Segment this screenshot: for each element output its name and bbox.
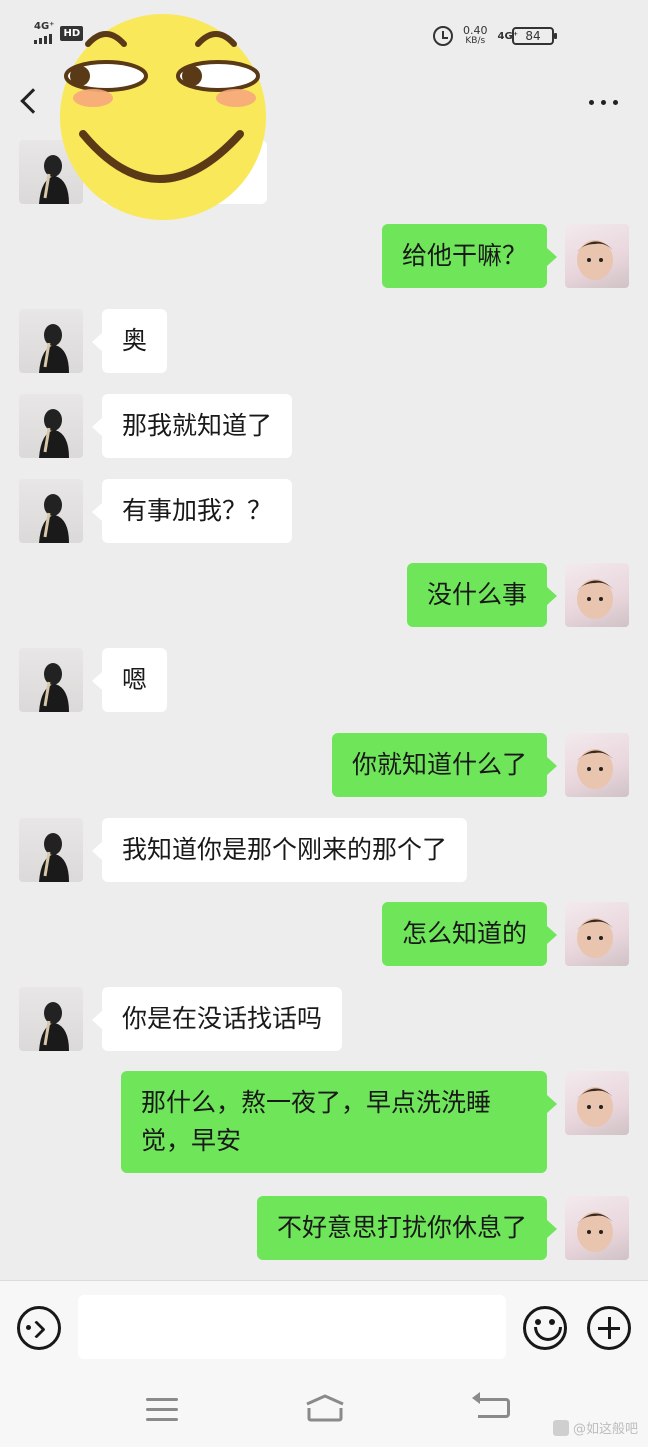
sent-message-bubble: 那什么，熬一夜了，早点洗洗睡觉，早安 bbox=[121, 1071, 557, 1173]
watermark-logo-icon bbox=[552, 1419, 569, 1436]
received-message-bubble: 有事加我？？ bbox=[91, 479, 293, 543]
home-icon[interactable] bbox=[304, 1394, 346, 1422]
emoji-icon[interactable] bbox=[523, 1306, 567, 1350]
contact-avatar[interactable] bbox=[19, 818, 83, 882]
user-avatar[interactable] bbox=[565, 1071, 629, 1135]
received-message-bubble: 你是在没话找话吗 bbox=[91, 987, 343, 1051]
received-message-bubble: 那我就知道了 bbox=[91, 394, 293, 458]
sent-message-bubble: 怎么知道的 bbox=[381, 902, 558, 966]
user-avatar[interactable] bbox=[565, 563, 629, 627]
user-avatar[interactable] bbox=[565, 733, 629, 797]
more-options-icon[interactable] bbox=[589, 100, 618, 105]
net-speed-unit: KB/s bbox=[465, 36, 486, 46]
received-message-bubble: 我知道你是那个刚来的那个了 bbox=[91, 818, 468, 882]
back-icon[interactable] bbox=[472, 1392, 510, 1418]
contact-avatar[interactable] bbox=[19, 479, 83, 543]
contact-avatar[interactable] bbox=[19, 394, 83, 458]
contact-avatar[interactable] bbox=[19, 987, 83, 1051]
sent-message-bubble: 给他干嘛？ bbox=[381, 224, 558, 288]
battery-indicator: 84 bbox=[512, 27, 557, 45]
smirk-emoji-sticker bbox=[60, 14, 266, 220]
received-message-bubble: 嗯 bbox=[91, 648, 168, 712]
system-nav-bar: @如这般吧 bbox=[0, 1372, 648, 1447]
user-avatar[interactable] bbox=[565, 902, 629, 966]
message-input[interactable] bbox=[78, 1295, 506, 1359]
sent-message-bubble: 没什么事 bbox=[406, 563, 558, 627]
plus-icon[interactable] bbox=[587, 1306, 631, 1350]
user-avatar[interactable] bbox=[565, 1196, 629, 1260]
signal-type-label: 4G⁺ bbox=[34, 21, 55, 32]
watermark-text: @如这般吧 bbox=[572, 1422, 638, 1437]
sent-message-bubble: 不好意思打扰你休息了 bbox=[256, 1196, 558, 1260]
back-arrow-icon[interactable] bbox=[20, 88, 46, 114]
net-speed: 0.40 KB/s bbox=[463, 25, 488, 47]
contact-avatar[interactable] bbox=[19, 648, 83, 712]
sent-message-bubble: 你就知道什么了 bbox=[331, 733, 558, 797]
watermark: @如这般吧 bbox=[552, 1418, 638, 1437]
user-avatar[interactable] bbox=[565, 224, 629, 288]
voice-input-icon[interactable] bbox=[17, 1306, 61, 1350]
menu-icon[interactable] bbox=[146, 1398, 178, 1428]
contact-avatar[interactable] bbox=[19, 309, 83, 373]
alarm-icon bbox=[433, 26, 454, 46]
signal-icon bbox=[34, 32, 52, 44]
message-input-bar bbox=[0, 1280, 648, 1372]
received-message-bubble: 奥 bbox=[91, 309, 168, 373]
